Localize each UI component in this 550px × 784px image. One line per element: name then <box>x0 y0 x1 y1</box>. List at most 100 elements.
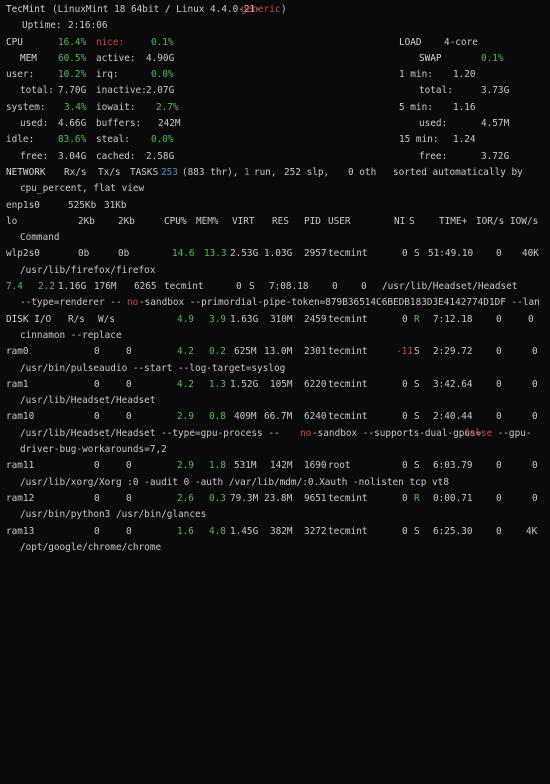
proc-user: tecmint <box>328 346 368 358</box>
proc-iow: 0 <box>532 378 538 390</box>
cpu-user-value: 10.2% <box>58 69 87 81</box>
proc-cpu: 4.2 <box>177 346 194 358</box>
proc-state: R <box>414 313 420 325</box>
proc-pid: 6220 <box>304 378 327 390</box>
proc-command-args: driver-bug-workarounds=7,2 <box>20 444 167 456</box>
swap-free-label: free: <box>419 150 448 162</box>
glances-terminal: TecMint (LinuxMint 18 64bit / Linux 4.4.… <box>0 0 550 574</box>
swap-free-value: 3.72G <box>481 150 510 162</box>
table-row[interactable]: 7.4 2.2 1.16G 176M 6265 tecmint 0 S 7:08… <box>6 279 550 295</box>
proc-state: S <box>414 248 420 260</box>
table-row[interactable]: ram10 0 0 2.9 0.8 409M 66.7M 6240 tecmin… <box>6 409 550 425</box>
col-header-virt[interactable]: VIRT <box>232 214 255 230</box>
load-15min-label: 15 min: <box>399 134 439 146</box>
proc-res: 13.0M <box>264 346 293 358</box>
col-header-ior[interactable]: IOR/s <box>476 214 504 230</box>
col-header-s[interactable]: S <box>409 214 415 230</box>
proc-virt: 2.53G <box>230 248 259 260</box>
col-header-cpu[interactable]: CPU% <box>164 214 187 230</box>
proc-mem: 0.3 <box>209 492 226 504</box>
tasks-threads: (883 thr), <box>182 166 239 178</box>
free-line: free: 3.04G cached: 2.58G free: 3.72G <box>6 149 550 165</box>
col-header-mem[interactable]: MEM% <box>196 214 219 230</box>
proc-pid: 1690 <box>304 460 327 472</box>
cpu-line: CPU 16.4% nice: 0.1% LOAD 4-core <box>6 35 550 51</box>
cpu-idle-value: 83.6% <box>58 134 87 146</box>
disk-device-read: 0 <box>94 346 100 358</box>
proc-command: /usr/bin/python3 /usr/bin/glances <box>20 509 207 521</box>
os-info-close: ) <box>281 4 287 15</box>
mem-cached-value: 2.58G <box>146 150 175 162</box>
proc-virt: 1.16G <box>58 281 87 293</box>
disk-device-read: 0 <box>94 460 100 472</box>
proc-cpu: 2.9 <box>177 411 194 423</box>
proc-user: tecmint <box>328 411 368 423</box>
disk-device-name: ram1 <box>6 378 29 390</box>
table-row[interactable]: wlp2s0 0b 0b 14.6 13.3 2.53G 1.03G 2957 … <box>6 246 550 262</box>
col-header-res[interactable]: RES <box>272 214 289 230</box>
proc-virt: 409M <box>234 411 257 423</box>
table-row-command: cinnamon --replace <box>6 328 550 344</box>
col-header-time[interactable]: TIME+ <box>439 214 467 230</box>
proc-mem: 3.9 <box>209 313 226 325</box>
proc-ni: 0 <box>402 378 408 390</box>
proc-command-flag: no <box>300 427 312 439</box>
mem-active-value: 4.90G <box>146 52 175 64</box>
proc-command: /usr/lib/firefox/firefox <box>20 264 156 276</box>
proc-ior: 0 <box>496 346 502 358</box>
proc-mem: 4.8 <box>209 525 226 537</box>
proc-time: 0:00.71 <box>433 492 473 504</box>
swap-label: SWAP <box>419 52 442 64</box>
mem-inactive-value: 2.07G <box>146 85 175 97</box>
disk-device-read: 0 <box>94 378 100 390</box>
mem-used-value: 4.66G <box>58 118 87 130</box>
tasks-sort-line: cpu_percent, flat view <box>6 181 550 197</box>
col-header-user[interactable]: USER <box>328 214 351 230</box>
proc-iow: 0 <box>528 313 534 325</box>
table-row[interactable]: ram1 0 0 4.2 1.3 1.52G 105M 6220 tecmint… <box>6 377 550 393</box>
proc-iow: 0 <box>532 346 538 358</box>
col-header-command[interactable]: Command <box>20 230 60 246</box>
uptime-value: 2:16:06 <box>68 20 108 32</box>
proc-ior: 0 <box>496 460 502 472</box>
tasks-other: 0 oth <box>348 166 377 178</box>
mem-line: MEM 60.5% active: 4.90G SWAP 0.1% <box>6 51 550 67</box>
table-row[interactable]: DISK I/O R/s W/s 4.9 3.9 1.63G 310M 2459… <box>6 312 550 328</box>
proc-user: tecmint <box>328 313 368 325</box>
table-row[interactable]: ram0 0 0 4.2 0.2 625M 13.0M 2301 tecmint… <box>6 344 550 360</box>
proc-ior: 0 <box>496 492 502 504</box>
proc-user: tecmint <box>328 378 368 390</box>
col-header-pid[interactable]: PID <box>304 214 321 230</box>
proc-cpu: 4.2 <box>177 378 194 390</box>
uptime-line: Uptime: 2:16:06 <box>6 18 550 34</box>
proc-time: 7:12.18 <box>433 313 473 325</box>
proc-command: /usr/lib/Headset/Headset <box>382 281 518 293</box>
col-header-iow[interactable]: IOW/s <box>510 214 538 230</box>
table-row[interactable]: ram11 0 0 2.9 1.8 531M 142M 1690 root 0 … <box>6 458 550 474</box>
cpu-steal-label: steal: <box>96 134 130 146</box>
mem-cached-label: cached: <box>96 150 136 162</box>
col-header-ni[interactable]: NI <box>394 214 405 230</box>
tasks-total: 253 <box>161 166 178 178</box>
disk-read-header: R/s <box>68 313 85 325</box>
proc-state: S <box>414 378 420 390</box>
table-row[interactable]: ram13 0 0 1.6 4.8 1.45G 382M 3272 tecmin… <box>6 524 550 540</box>
proc-iow: 0 <box>532 460 538 472</box>
used-line: used: 4.66G buffers: 242M used: 4.57M <box>6 116 550 132</box>
swap-used-label: used: <box>419 118 448 130</box>
table-row[interactable]: ram12 0 0 2.6 0.3 79.3M 23.8M 9651 tecmi… <box>6 491 550 507</box>
system-line: system: 3.4% iowait: 2.7% 5 min: 1.16 <box>6 100 550 116</box>
proc-res: 310M <box>270 313 293 325</box>
cpu-irq-value: 0.0% <box>151 69 174 81</box>
proc-res: 1.03G <box>264 248 293 260</box>
proc-time: 6:25.30 <box>433 525 473 537</box>
cpu-percent: 16.4% <box>58 36 87 48</box>
disk-device-read: 0 <box>94 525 100 537</box>
proc-command: /usr/lib/xorg/Xorg :0 -audit 0 -auth /va… <box>20 476 449 488</box>
interface-name: wlp2s0 <box>6 248 40 260</box>
proc-virt: 1.63G <box>230 313 259 325</box>
proc-ni: 0 <box>236 281 242 293</box>
idle-line: idle: 83.6% steal: 0.0% 15 min: 1.24 <box>6 132 550 148</box>
mem-used-label: used: <box>20 118 49 130</box>
mem-label: MEM <box>20 52 37 64</box>
